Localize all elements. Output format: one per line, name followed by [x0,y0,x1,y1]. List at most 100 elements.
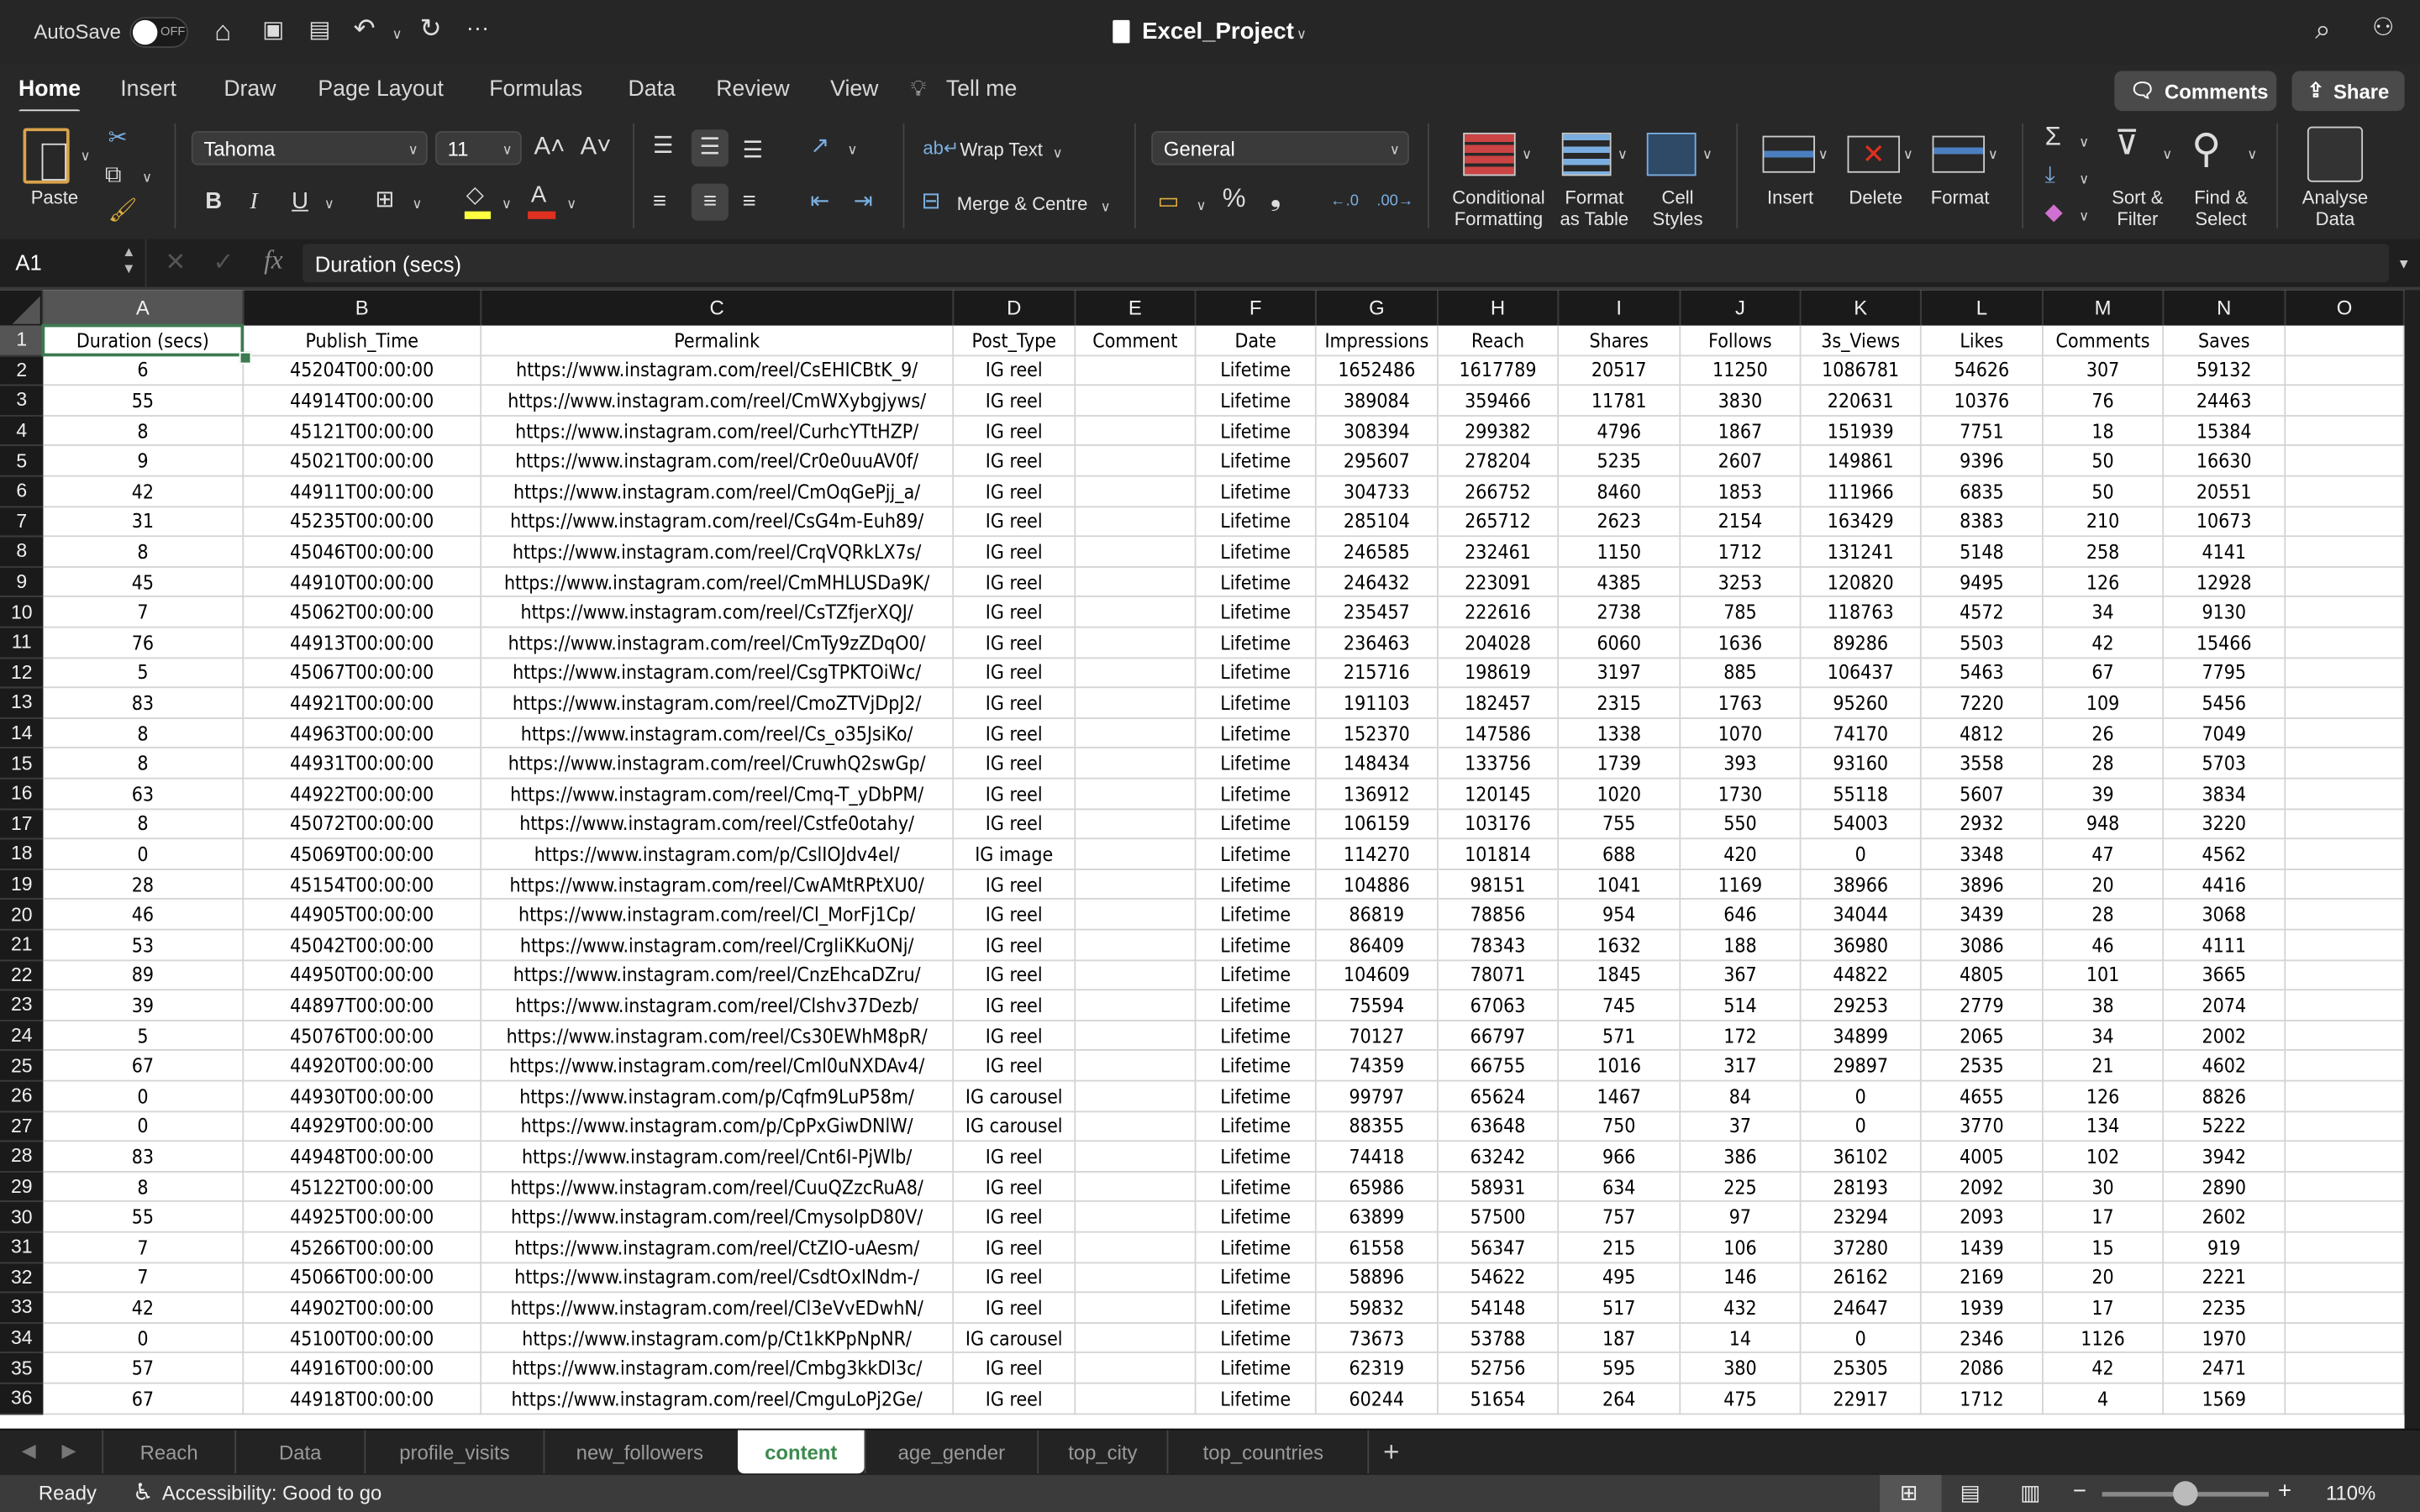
table-cell[interactable]: 5 [43,1021,245,1052]
table-cell[interactable]: 4141 [2164,537,2286,568]
table-cell[interactable]: Lifetime [1196,1021,1317,1052]
table-cell[interactable]: 2779 [1921,990,2044,1021]
table-cell[interactable]: 3830 [1681,386,1802,417]
header-cell[interactable]: Date [1196,325,1317,356]
table-cell[interactable]: https://www.instagram.com/reel/Cs_o35Jsi… [481,718,955,749]
table-cell[interactable]: 102 [2043,1142,2165,1173]
table-cell[interactable]: Lifetime [1196,1081,1317,1112]
table-cell[interactable]: 54148 [1438,1293,1560,1324]
table-cell[interactable]: 55 [43,1202,245,1233]
table-cell[interactable]: 57500 [1438,1202,1560,1233]
table-cell[interactable]: https://www.instagram.com/reel/Cmbg3kkDl… [481,1353,955,1384]
table-cell[interactable]: 133756 [1438,748,1560,780]
table-cell[interactable] [1076,779,1197,810]
table-cell[interactable]: 89 [43,960,245,991]
table-cell[interactable]: 755 [1559,809,1681,840]
table-cell[interactable] [1076,476,1197,507]
table-cell[interactable]: 571 [1559,1021,1681,1052]
table-cell[interactable]: 23294 [1801,1202,1922,1233]
increase-indent-icon[interactable]: ⇥ [854,189,873,214]
table-cell[interactable]: 2738 [1559,597,1681,628]
table-cell[interactable] [2286,476,2405,507]
column-header-E[interactable]: E [1076,290,1197,326]
table-cell[interactable]: Lifetime [1196,1323,1317,1354]
table-cell[interactable]: 1126 [2043,1323,2165,1354]
row-header[interactable]: 20 [0,900,44,931]
table-cell[interactable]: 187 [1559,1323,1681,1354]
table-cell[interactable]: 1970 [2164,1323,2286,1354]
table-cell[interactable]: 389084 [1316,386,1439,417]
table-cell[interactable]: 114270 [1316,839,1439,870]
table-cell[interactable]: 5222 [2164,1111,2286,1142]
row-header[interactable]: 29 [0,1172,44,1203]
table-cell[interactable]: 55118 [1801,779,1922,810]
table-cell[interactable]: 20 [2043,1263,2165,1294]
table-cell[interactable]: https://www.instagram.com/reel/Cl3eVvEDw… [481,1293,955,1324]
table-cell[interactable]: IG reel [954,1353,1076,1384]
table-cell[interactable] [1076,990,1197,1021]
table-cell[interactable]: 39 [2043,779,2165,810]
table-cell[interactable]: 44929T00:00:00 [244,1111,482,1142]
table-cell[interactable] [1076,1353,1197,1384]
window-title[interactable]: Excel_Project [1142,18,1294,45]
bold-button[interactable]: B [205,189,222,214]
table-cell[interactable] [2286,1202,2405,1233]
table-cell[interactable]: Lifetime [1196,960,1317,991]
table-cell[interactable]: https://www.instagram.com/reel/Cstfe0ota… [481,809,955,840]
tab-insert[interactable]: Insert [120,77,176,102]
table-cell[interactable]: 20551 [2164,476,2286,507]
tab-review[interactable]: Review [716,77,789,102]
number-format-dropdown[interactable]: General ∨ [1151,131,1409,165]
table-cell[interactable] [1076,1142,1197,1173]
table-cell[interactable] [2286,567,2405,598]
table-cell[interactable] [1076,1021,1197,1052]
tab-formulas[interactable]: Formulas [489,77,582,102]
table-cell[interactable]: Lifetime [1196,1383,1317,1415]
row-header[interactable]: 27 [0,1111,44,1142]
table-cell[interactable]: IG reel [954,869,1076,900]
table-cell[interactable]: 299382 [1438,416,1560,447]
autosum-icon[interactable]: Σ [2045,123,2061,150]
table-cell[interactable] [2286,597,2405,628]
table-cell[interactable]: 17 [2043,1293,2165,1324]
table-cell[interactable]: 278204 [1438,446,1560,477]
more-icon[interactable]: ··· [466,16,490,41]
table-cell[interactable]: 232461 [1438,537,1560,568]
sheet-tab-Data[interactable]: Data [234,1430,364,1474]
table-cell[interactable]: 148434 [1316,748,1439,780]
table-cell[interactable]: 9 [43,446,245,477]
copy-dropdown-icon[interactable]: ∨ [142,170,152,186]
sheet-tab-new-followers[interactable]: new_followers [543,1430,735,1474]
table-cell[interactable]: IG reel [954,930,1076,961]
table-cell[interactable]: 44920T00:00:00 [244,1051,482,1082]
borders-dropdown-icon[interactable]: ∨ [412,196,422,213]
table-cell[interactable]: 74418 [1316,1142,1439,1173]
column-header-O[interactable]: O [2286,290,2405,326]
row-header[interactable]: 24 [0,1021,44,1052]
header-cell[interactable]: Reach [1438,325,1560,356]
table-cell[interactable] [2286,386,2405,417]
table-cell[interactable] [1076,869,1197,900]
table-cell[interactable]: 74170 [1801,718,1922,749]
table-cell[interactable]: 7 [43,597,245,628]
table-cell[interactable] [1076,1081,1197,1112]
table-cell[interactable]: IG reel [954,1172,1076,1203]
table-cell[interactable]: IG reel [954,476,1076,507]
sort-filter-icon[interactable]: ⊽ [2114,126,2139,160]
table-cell[interactable]: 3086 [1921,930,2044,961]
table-cell[interactable]: 475 [1681,1383,1802,1415]
table-cell[interactable]: 5235 [1559,446,1681,477]
table-cell[interactable]: 495 [1559,1263,1681,1294]
table-cell[interactable]: 45 [43,567,245,598]
table-cell[interactable]: 1636 [1681,627,1802,659]
underline-dropdown-icon[interactable]: ∨ [324,196,334,213]
table-cell[interactable]: 3068 [2164,900,2286,931]
table-cell[interactable]: 17 [2043,1202,2165,1233]
accounting-dropdown-icon[interactable]: ∨ [1196,197,1206,214]
table-cell[interactable]: 78856 [1438,900,1560,931]
row-header[interactable]: 33 [0,1293,44,1324]
table-cell[interactable]: 44914T00:00:00 [244,386,482,417]
table-cell[interactable]: 0 [1801,1081,1922,1112]
vertical-scrollbar[interactable] [2404,290,2420,1429]
table-cell[interactable]: 146 [1681,1263,1802,1294]
